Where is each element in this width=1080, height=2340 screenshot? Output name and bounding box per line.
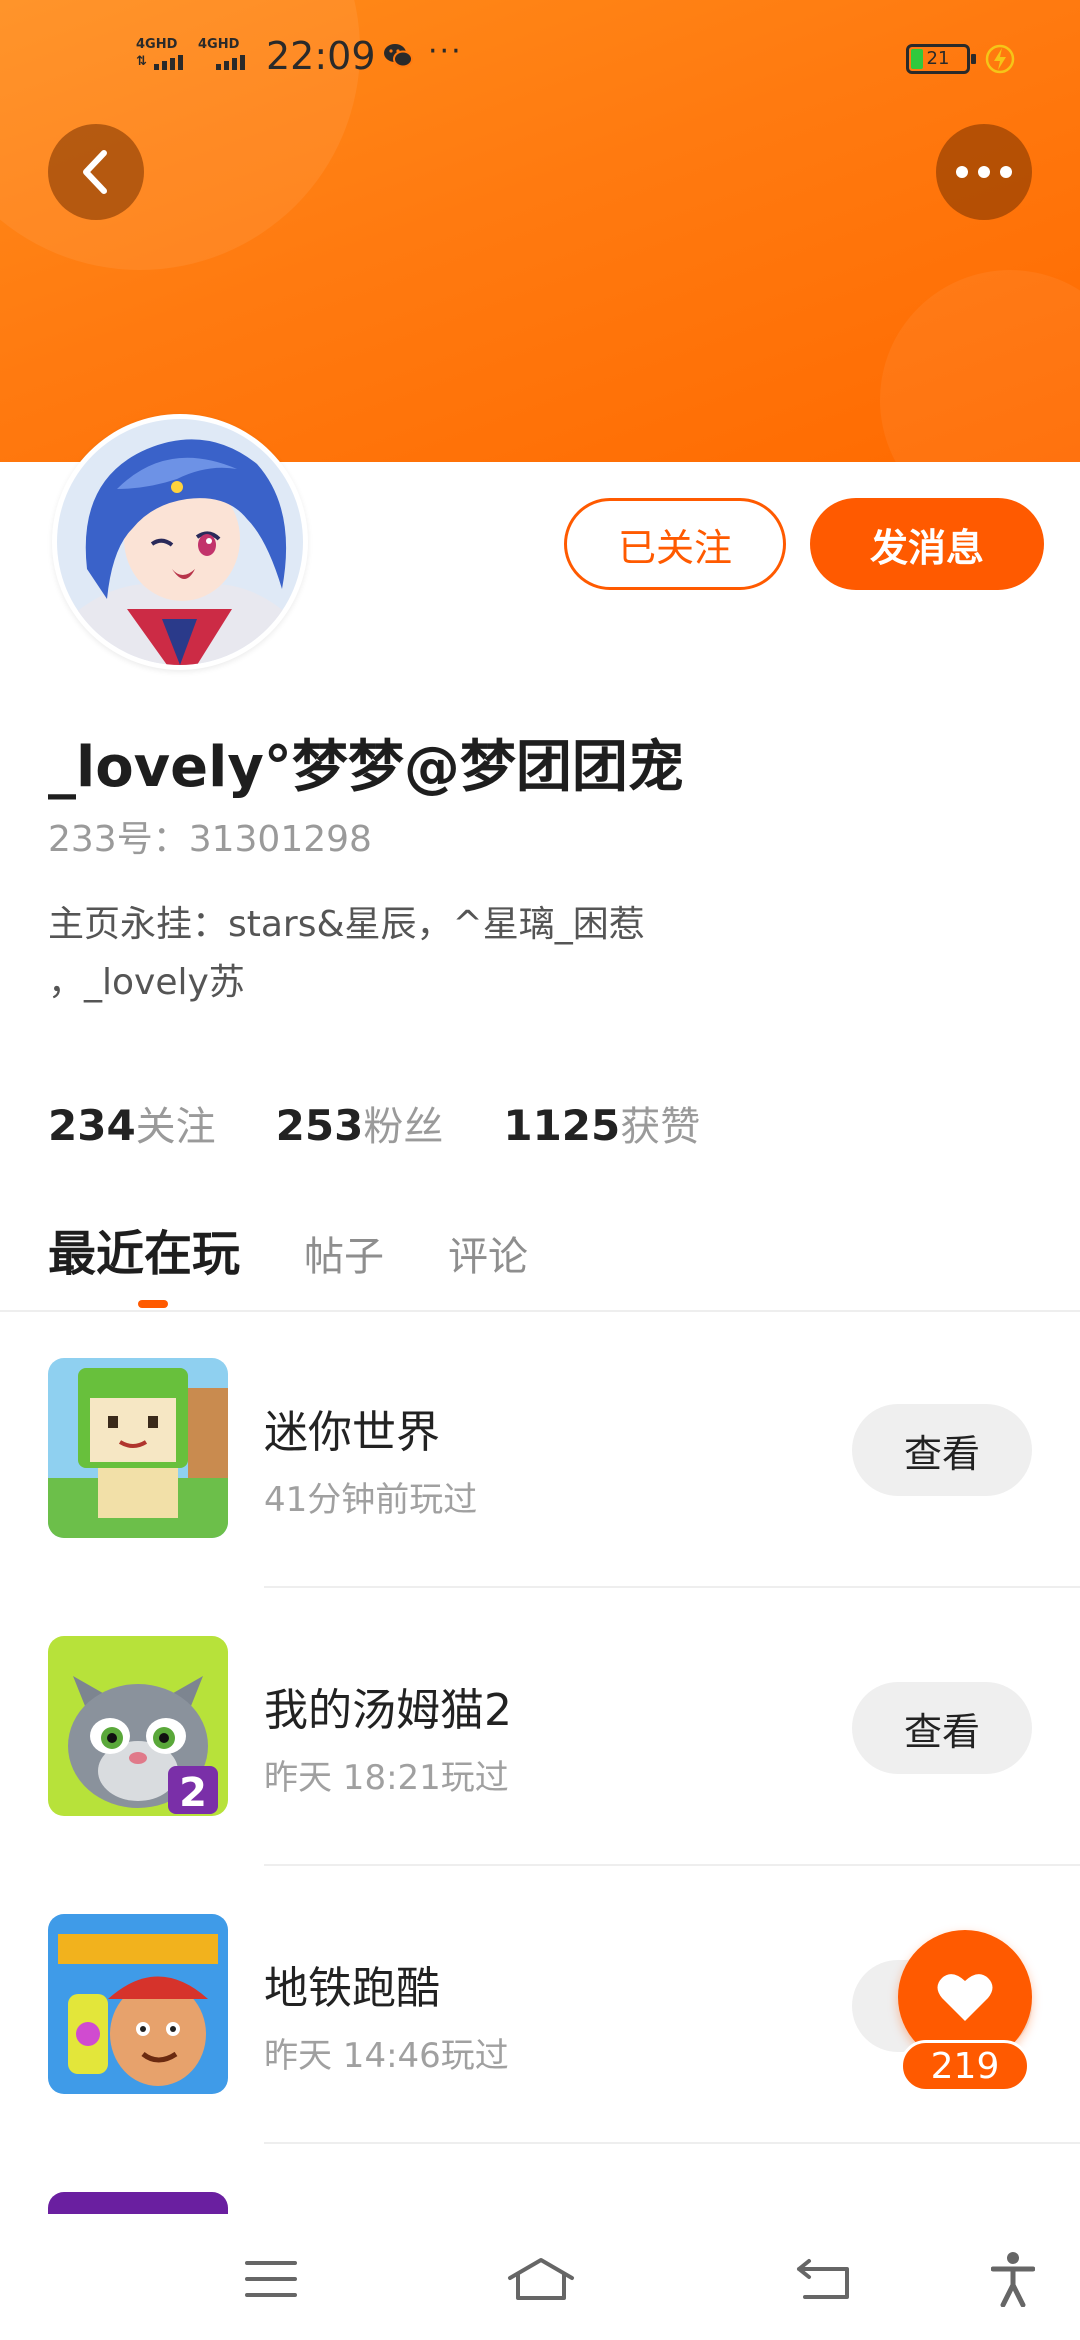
status-time: 22:09 [266, 34, 376, 78]
tab-comments[interactable]: 评论 [448, 1224, 528, 1282]
banner-decoration [880, 270, 1080, 462]
row-divider [264, 2142, 1080, 2144]
menu-icon [245, 2261, 297, 2297]
more-notifications-icon: ··· [428, 34, 463, 69]
list-item[interactable]: 迷你世界 41分钟前玩过 查看 [0, 1358, 1080, 1636]
signal-indicator-1: 4GHD ⇅ [136, 38, 183, 70]
game-name: 地铁跑酷 [264, 1963, 440, 2014]
followers-count[interactable]: 253粉丝 [276, 1094, 444, 1152]
username: _lovely°梦梦@梦团团宠 [48, 735, 684, 800]
last-played: 41分钟前玩过 [264, 1480, 478, 1520]
data-arrows-icon: ⇅ [136, 54, 147, 69]
stat-value: 253 [275, 1101, 364, 1150]
active-tab-indicator [138, 1300, 168, 1308]
network-label: 4GHD [198, 37, 240, 52]
back-nav-button[interactable] [788, 2244, 858, 2314]
profile-tabs: 最近在玩 帖子 评论 [48, 1214, 528, 1284]
tab-recently-played[interactable]: 最近在玩 [48, 1214, 240, 1284]
home-button[interactable] [506, 2244, 576, 2314]
home-icon [508, 2258, 574, 2300]
likes-count: 1125获赞 [503, 1094, 700, 1152]
battery-icon: 21 [906, 44, 976, 74]
user-bio: 主页永挂：stars&星辰，^星璃_困惹 ，_lovely苏 [48, 896, 768, 1012]
tab-divider [0, 1310, 1080, 1312]
more-options-button[interactable] [936, 124, 1032, 220]
chevron-left-icon [83, 150, 107, 194]
wechat-icon [384, 44, 413, 68]
view-button[interactable]: 查看 [852, 1404, 1032, 1496]
stat-value: 1125 [503, 1101, 621, 1150]
last-played: 昨天 18:21玩过 [264, 1758, 509, 1798]
row-divider [264, 1586, 1080, 1588]
accessibility-icon [991, 2252, 1035, 2307]
subway-surfers-icon [48, 1914, 228, 2094]
heart-icon [937, 1974, 993, 2021]
game-name: 迷你世界 [264, 1407, 440, 1458]
followed-button[interactable]: 已关注 [564, 498, 786, 590]
game-name: 我的汤姆猫2 [264, 1685, 512, 1736]
view-button[interactable]: 查看 [852, 1682, 1032, 1774]
bio-line: 主页永挂：stars&星辰，^星璃_困惹 [48, 904, 645, 945]
status-bar: 4GHD ⇅ 4GHD 22:09 ··· 21 [0, 28, 1080, 88]
battery-level: 21 [926, 48, 950, 69]
menu-button[interactable] [236, 2244, 306, 2314]
stat-label: 获赞 [620, 1104, 701, 1150]
stat-label: 关注 [135, 1104, 216, 1150]
user-id: 233号：31301298 [48, 819, 372, 860]
avatar-image [57, 419, 303, 665]
system-navigation-bar [0, 2214, 1080, 2340]
following-count[interactable]: 234关注 [48, 1094, 216, 1152]
network-label: 4GHD [136, 37, 178, 52]
stat-label: 粉丝 [363, 1104, 444, 1150]
svg-text:2: 2 [179, 1770, 207, 1816]
mini-world-icon [48, 1358, 228, 1538]
last-played: 昨天 14:46玩过 [264, 2036, 509, 2076]
back-button[interactable] [48, 124, 144, 220]
signal-indicator-2: 4GHD [198, 38, 245, 70]
tab-posts[interactable]: 帖子 [304, 1224, 384, 1282]
send-message-button[interactable]: 发消息 [810, 498, 1044, 590]
more-horizontal-icon [956, 166, 1012, 178]
back-icon [797, 2259, 849, 2299]
avatar[interactable] [52, 414, 308, 670]
like-count: 219 [900, 2040, 1030, 2092]
accessibility-button[interactable] [978, 2244, 1048, 2314]
bio-line: ，_lovely苏 [48, 962, 245, 1003]
list-item[interactable]: 2 我的汤姆猫2 昨天 18:21玩过 查看 [0, 1636, 1080, 1914]
partial-game-icon [48, 2192, 228, 2214]
row-divider [264, 1864, 1080, 1866]
profile-stats: 234关注 253粉丝 1125获赞 [48, 1094, 700, 1152]
charging-icon [985, 44, 1015, 74]
stat-value: 234 [48, 1101, 136, 1150]
talking-tom-icon: 2 [48, 1636, 228, 1816]
